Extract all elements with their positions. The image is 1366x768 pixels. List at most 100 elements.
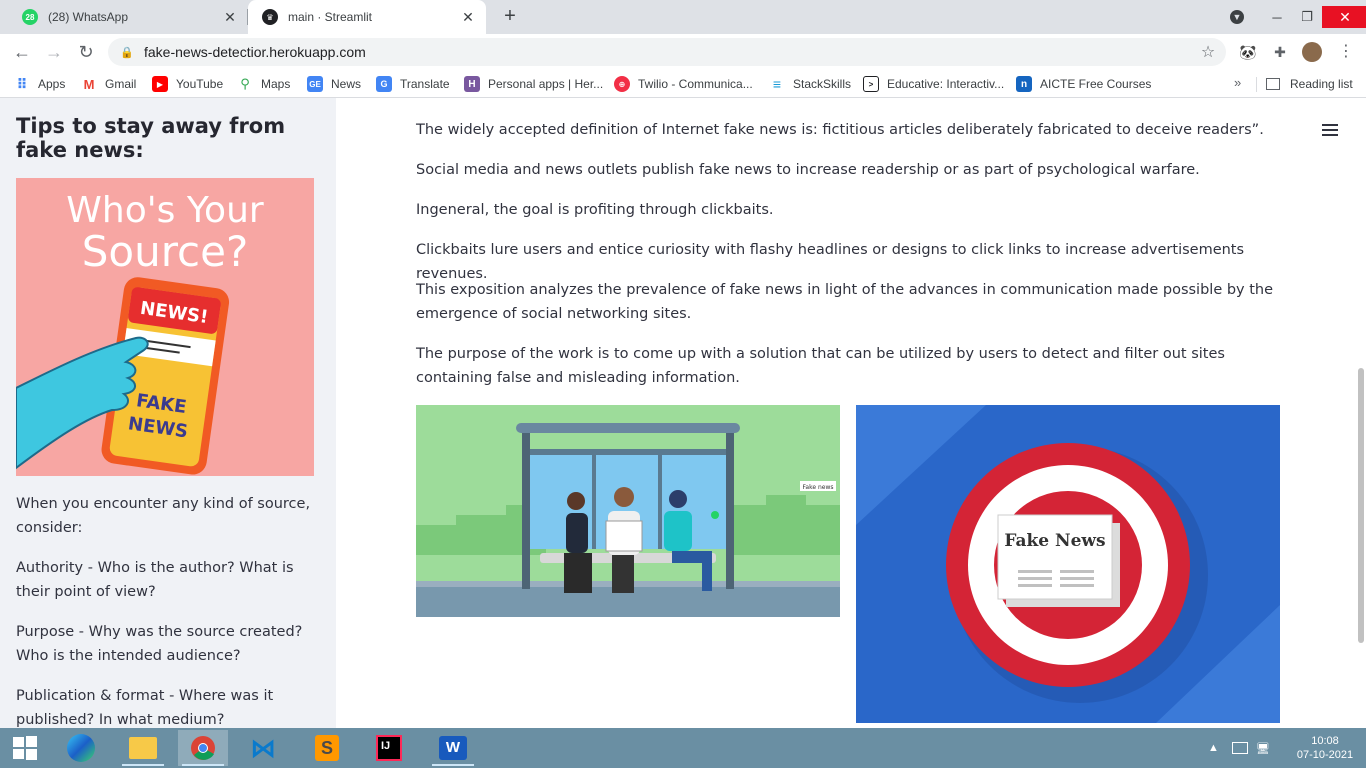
volume-icon[interactable]: 🖥 (1256, 728, 1270, 768)
word-taskbar-button[interactable]: W (428, 730, 478, 766)
image-headline-2: Source? (82, 227, 249, 276)
window-controls: ─ ❐ ✕ (1262, 0, 1366, 34)
page-scrollbar[interactable] (1358, 368, 1364, 643)
vscode-taskbar-button[interactable]: ⋈ (238, 730, 288, 766)
bookmark-label: Educative: Interactiv... (887, 77, 1005, 91)
intellij-icon: IJ (376, 735, 402, 761)
system-clock[interactable]: 10:08 07-10-2021 (1290, 734, 1360, 762)
address-bar[interactable]: 🔒 fake-news-detectior.herokuapp.com ☆ (108, 38, 1226, 66)
tab-strip: 28 (28) WhatsApp ✕ ♛ main · Streamlit ✕ … (0, 0, 1366, 34)
aicte-icon: n (1016, 76, 1032, 92)
restore-button[interactable]: ❐ (1292, 9, 1322, 25)
sidebar-paragraph: Authority - Who is the author? What is t… (16, 560, 294, 600)
close-tab-icon[interactable]: ✕ (220, 9, 240, 26)
bookmark-label: YouTube (176, 77, 224, 91)
edge-taskbar-button[interactable] (56, 730, 106, 766)
main-paragraph: The widely accepted definition of Intern… (416, 122, 1264, 138)
fake-news-phone-illustration: Who's Your Source? NEWS! FAKE NEWS (16, 178, 314, 476)
bookmark-star-icon[interactable]: ☆ (1196, 42, 1220, 62)
word-icon: W (439, 736, 467, 760)
profile-avatar[interactable] (1302, 42, 1322, 62)
bookmark-label: Gmail (105, 77, 137, 91)
bus-stop-people-image: Fake news (416, 405, 840, 617)
windows-start-button[interactable] (0, 730, 50, 766)
twilio-icon: ⊕ (614, 76, 630, 92)
hamburger-menu-icon[interactable] (1322, 124, 1338, 138)
streamlit-icon: ♛ (262, 9, 278, 25)
bookmark-aicte[interactable]: n AICTE Free Courses (1016, 75, 1151, 93)
translate-icon: G (376, 76, 392, 92)
network-icon[interactable] (1232, 728, 1248, 768)
bookmark-gmail[interactable]: M Gmail (81, 75, 137, 93)
educative-icon: > (863, 76, 879, 92)
file-explorer-taskbar-button[interactable] (118, 730, 168, 766)
bookmark-label: Personal apps | Her... (488, 77, 604, 91)
chrome-taskbar-button[interactable] (178, 730, 228, 766)
extensions-puzzle-icon[interactable]: ✚ (1270, 42, 1290, 62)
tab-whatsapp[interactable]: 28 (28) WhatsApp ✕ (8, 0, 248, 34)
forward-button[interactable]: → (42, 40, 66, 64)
bookmark-label: Apps (38, 77, 66, 91)
minimize-button[interactable]: ─ (1262, 10, 1292, 25)
bookmark-educative[interactable]: > Educative: Interactiv... (863, 75, 1004, 93)
sublime-text-icon: S (315, 735, 339, 761)
stackskills-icon: ≡ (772, 76, 782, 92)
news-icon: GE (307, 76, 323, 92)
streamlit-page: Tips to stay away from fake news: Who's … (0, 98, 1366, 728)
bookmarks-bar: ⠿ Apps M Gmail ▶ YouTube ⚲ Maps GE News … (0, 70, 1366, 98)
close-tab-icon[interactable]: ✕ (458, 9, 478, 26)
reading-list-label: Reading list (1290, 77, 1353, 91)
main-paragraph: Ingeneral, the goal is profiting through… (416, 202, 774, 218)
main-paragraph: This exposition analyzes the prevalence … (416, 282, 1274, 322)
url-text[interactable]: fake-news-detectior.herokuapp.com (144, 44, 1196, 60)
close-window-button[interactable]: ✕ (1322, 6, 1366, 28)
file-explorer-icon (129, 737, 157, 759)
image-headline-1: Who's Your (66, 190, 264, 231)
browser-toolbar: ← → ↻ 🔒 fake-news-detectior.herokuapp.co… (0, 34, 1366, 70)
tab-search-button[interactable]: ▼ (1230, 0, 1244, 34)
bookmark-youtube[interactable]: ▶ YouTube (152, 75, 223, 93)
bookmark-twilio[interactable]: ⊕ Twilio - Communica... (614, 75, 753, 93)
bookmark-heroku[interactable]: H Personal apps | Her... (464, 75, 603, 93)
fake-news-target-illustration: Fake News (856, 405, 1280, 723)
heroku-icon: H (464, 76, 480, 92)
bookmark-label: News (331, 77, 362, 91)
reload-button[interactable]: ↻ (74, 40, 98, 64)
bookmark-translate[interactable]: G Translate (376, 75, 450, 93)
clock-date: 07-10-2021 (1296, 749, 1354, 761)
sidebar-paragraph: Purpose - Why was the source created? Wh… (16, 624, 303, 664)
bookmark-label: Translate (400, 77, 450, 91)
whos-your-source-image: Who's Your Source? NEWS! FAKE NEWS (16, 178, 314, 476)
chevron-down-icon: ▼ (1230, 10, 1244, 24)
more-bookmarks-button[interactable]: » (1234, 75, 1241, 90)
bookmark-maps[interactable]: ⚲ Maps (237, 75, 290, 93)
fake-news-target-image: Fake News (856, 405, 1280, 723)
bookmark-apps[interactable]: ⠿ Apps (14, 75, 66, 93)
bookmark-label: AICTE Free Courses (1040, 77, 1152, 91)
network-status-icon (1232, 742, 1248, 754)
show-hidden-icons-button[interactable]: ▲ (1208, 728, 1219, 768)
bookmarks-divider (1256, 77, 1257, 92)
sublime-text-taskbar-button[interactable]: S (302, 730, 352, 766)
tab-streamlit[interactable]: ♛ main · Streamlit ✕ (248, 0, 486, 34)
reading-list-button[interactable]: Reading list (1266, 75, 1353, 93)
windows-taskbar: ⋈ S IJ W ▲ 🖥 10:08 07-10-2021 (0, 728, 1366, 768)
bookmark-label: Maps (261, 77, 291, 91)
more-menu-icon[interactable]: ⋮ (1338, 42, 1354, 62)
new-tab-button[interactable]: + (498, 5, 522, 29)
sidebar-paragraph: When you encounter any kind of source, c… (16, 496, 311, 536)
sidebar-paragraph: Publication & format - Where was it publ… (16, 688, 274, 728)
back-button[interactable]: ← (10, 40, 34, 64)
intellij-taskbar-button[interactable]: IJ (364, 730, 414, 766)
bookmark-news[interactable]: GE News (307, 75, 361, 93)
vscode-icon: ⋈ (250, 733, 276, 763)
bookmark-label: StackSkills (793, 77, 852, 91)
gmail-icon: M (83, 76, 95, 92)
apps-grid-icon: ⠿ (16, 75, 28, 92)
sidebar: Tips to stay away from fake news: Who's … (0, 98, 336, 728)
lock-icon: 🔒 (120, 46, 134, 59)
chrome-icon (191, 736, 215, 760)
panda-extension-icon[interactable]: 🐼 (1238, 42, 1258, 62)
main-paragraph: Social media and news outlets publish fa… (416, 162, 1200, 178)
bookmark-stackskills[interactable]: ≡ StackSkills (769, 75, 851, 93)
